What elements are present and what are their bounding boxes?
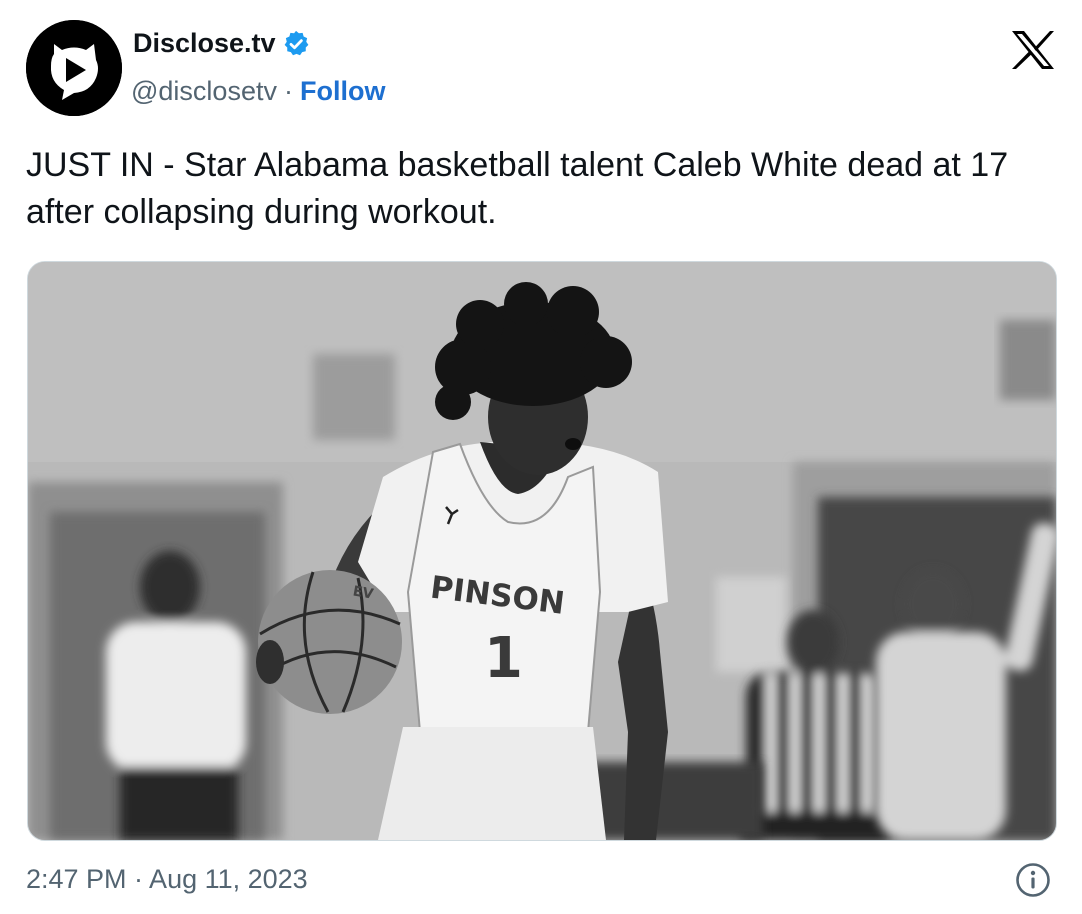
basketball-player-photo: PINSON 1 EV [28, 262, 1056, 840]
tweet-timestamp[interactable]: 2:47 PM · Aug 11, 2023 [26, 864, 308, 895]
separator-dot: · [283, 76, 293, 106]
author-name-row: Disclose.tv [133, 28, 311, 59]
follow-button[interactable]: Follow [300, 76, 385, 107]
verified-badge-icon [281, 29, 311, 59]
author-handle-row: @disclosetv · Follow [131, 76, 385, 107]
author-avatar[interactable] [26, 20, 122, 116]
x-logo-icon[interactable] [1011, 30, 1055, 70]
jersey-number: 1 [484, 626, 523, 691]
tweet-photo[interactable]: PINSON 1 EV [27, 261, 1057, 841]
play-speech-bubble-icon [26, 20, 122, 116]
tweet-text: JUST IN - Star Alabama basketball talent… [26, 146, 1009, 231]
info-icon[interactable] [1015, 862, 1051, 898]
author-display-name[interactable]: Disclose.tv [133, 28, 276, 59]
author-handle[interactable]: @disclosetv [131, 76, 277, 107]
